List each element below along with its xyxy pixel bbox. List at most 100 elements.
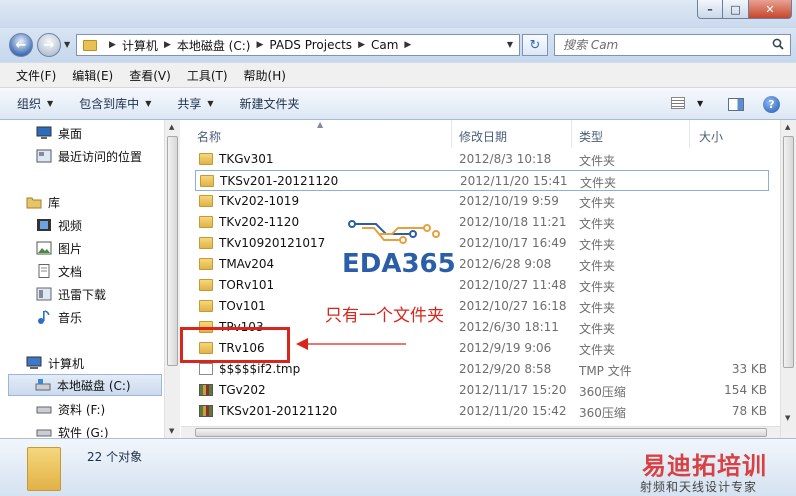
file-date: 2012/10/27 16:18 [459,299,567,313]
share-button[interactable]: 共享 ▼ [177,95,213,112]
folder-icon [199,258,213,270]
file-row[interactable]: TORv101 2012/10/27 11:48 文件夹 [195,275,769,296]
file-row[interactable]: TKSv201-20121120 2012/11/20 15:42 360压缩 … [195,401,769,422]
menu-help[interactable]: 帮助(H) [244,67,286,84]
file-row[interactable]: TKSv201-20121120 2012/11/20 15:41 文件夹 [195,170,769,191]
maximize-button[interactable]: □ [723,0,749,19]
folder-icon [27,447,61,491]
menu-view[interactable]: 查看(V) [129,67,171,84]
file-type: 360压缩 [579,385,626,399]
file-name: TKSv201-20121120 [220,174,339,188]
menu-file[interactable]: 文件(F) [16,67,56,84]
address-dropdown-icon[interactable]: ▼ [507,40,513,49]
file-date: 2012/6/30 18:11 [459,320,559,334]
include-in-library-button[interactable]: 包含到库中 ▼ [79,95,151,112]
scroll-thumb[interactable] [167,136,178,366]
horizontal-scrollbar[interactable] [181,426,780,438]
computer-icon [26,356,42,369]
scroll-thumb[interactable] [783,136,794,368]
column-name[interactable]: 名称 [197,128,221,145]
file-name: TKSv201-20121120 [219,404,338,418]
column-modified[interactable]: 修改日期 [459,128,507,145]
file-row[interactable]: TOv101 2012/10/27 16:18 文件夹 [195,296,769,317]
column-divider[interactable] [451,120,452,148]
nav-scrollbar[interactable]: ▲ ▼ [164,120,180,438]
file-row[interactable]: TMAv204 2012/6/28 9:08 文件夹 [195,254,769,275]
nav-label: 计算机 [48,356,85,371]
breadcrumb-computer[interactable]: 计算机 [122,37,158,54]
file-date: 2012/10/19 9:59 [459,194,559,208]
folder-icon [199,279,213,291]
address-bar[interactable]: ▶ 计算机 ▶ 本地磁盘 (C:) ▶ PADS Projects ▶ Cam … [76,34,520,56]
breadcrumb-cam[interactable]: Cam [371,38,398,52]
chevron-right-icon[interactable]: ▶ [256,40,263,50]
eda365-wordmark: EDA365 [342,249,456,279]
chevron-right-icon[interactable]: ▶ [164,40,171,50]
close-button[interactable]: ✕ [749,0,792,19]
refresh-button[interactable]: ↻ [522,34,548,56]
search-input[interactable] [563,38,763,52]
nav-item-library[interactable]: 库 [26,191,186,213]
file-list-scrollbar[interactable]: ▲ ▼ [780,120,796,438]
nav-item-local-disk-c[interactable]: 本地磁盘 (C:) [8,374,162,396]
column-divider[interactable] [689,120,690,148]
scroll-down-icon[interactable]: ▼ [169,427,174,435]
column-type[interactable]: 类型 [579,128,603,145]
chevron-right-icon[interactable]: ▶ [404,40,411,50]
chevron-right-icon[interactable]: ▶ [109,40,116,50]
file-type: 360压缩 [579,406,626,420]
documents-icon [38,264,50,278]
menu-bar: 文件(F) 编辑(E) 查看(V) 工具(T) 帮助(H) [0,62,796,88]
nav-item-computer[interactable]: 计算机 [26,352,186,374]
scroll-down-icon[interactable]: ▼ [785,414,790,422]
brand-watermark: 易迪拓培训 [642,452,767,480]
search-box[interactable] [554,34,791,56]
file-row[interactable]: TKv202-1019 2012/10/19 9:59 文件夹 [195,191,769,212]
chevron-down-icon: ▼ [47,99,54,108]
scroll-thumb[interactable] [195,428,767,437]
address-row: ← → ▼ ▶ 计算机 ▶ 本地磁盘 (C:) ▶ PADS Projects … [0,28,796,62]
title-bar: – □ ✕ [0,0,796,28]
recent-places-icon [36,149,52,163]
column-divider[interactable] [571,120,572,148]
column-size[interactable]: 大小 [699,128,723,145]
file-type: TMP 文件 [579,364,632,378]
preview-pane-button[interactable] [728,98,744,111]
folder-icon [199,237,213,249]
file-type: 文件夹 [579,343,616,357]
file-name: TOv101 [219,299,266,313]
breadcrumb-pads-projects[interactable]: PADS Projects [269,38,352,52]
file-date: 2012/11/20 15:42 [459,404,567,418]
nav-label: 桌面 [58,126,83,141]
breadcrumb-local-disk[interactable]: 本地磁盘 (C:) [177,37,251,54]
back-button[interactable]: ← [9,33,33,57]
minimize-button[interactable]: – [697,0,723,19]
file-type: 文件夹 [579,259,616,273]
forward-button[interactable]: → [37,33,61,57]
file-type: 文件夹 [579,280,616,294]
nav-label: 迅雷下载 [58,287,107,302]
help-button[interactable]: ? [763,96,780,113]
scroll-up-icon[interactable]: ▲ [169,123,174,131]
file-row[interactable]: TKGv301 2012/8/3 10:18 文件夹 [195,149,769,170]
file-row[interactable]: TKv10920121017 2012/10/17 16:49 文件夹 [195,233,769,254]
file-row[interactable]: TKv202-1120 2012/10/18 11:21 文件夹 [195,212,769,233]
folder-icon [199,300,213,312]
music-icon [38,310,50,324]
new-folder-button[interactable]: 新建文件夹 [240,95,300,112]
change-view-button[interactable]: ▼ [671,97,703,109]
menu-tools[interactable]: 工具(T) [187,67,228,84]
folder-icon [199,195,213,207]
search-icon[interactable] [772,38,784,50]
chevron-right-icon[interactable]: ▶ [358,40,365,50]
file-size: 33 KB [731,362,767,376]
drive-icon [36,429,52,437]
menu-edit[interactable]: 编辑(E) [72,67,113,84]
download-icon [36,287,52,301]
history-dropdown-icon[interactable]: ▼ [64,40,70,49]
file-date: 2012/10/27 11:48 [459,278,567,292]
organize-button[interactable]: 组织 ▼ [17,95,53,112]
file-row[interactable]: TGv202 2012/11/17 15:20 360压缩 154 KB [195,380,769,401]
scroll-up-icon[interactable]: ▲ [785,123,790,131]
nav-label: 最近访问的位置 [58,149,143,164]
